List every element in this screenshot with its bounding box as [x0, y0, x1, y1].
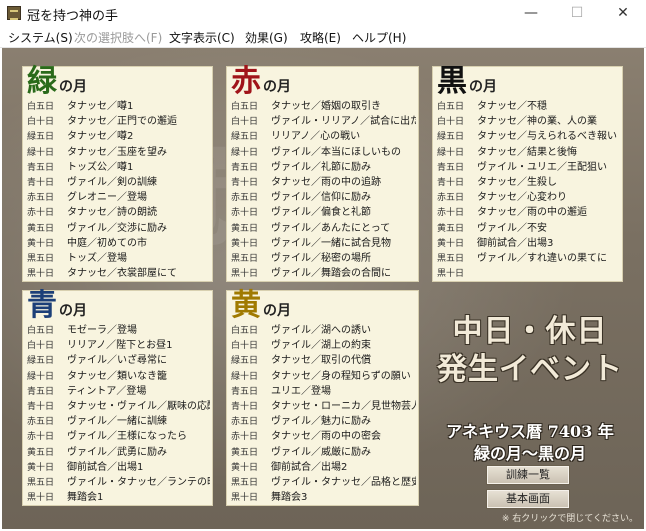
event-row: 黄十日 ヴァイル／一緒に試合見物 [231, 237, 391, 249]
training-list-button[interactable]: 訓練一覧 [486, 465, 570, 485]
menu-effects[interactable]: 効果(G) [245, 29, 288, 46]
event-row: 黒十日 ヴァイル／舞踏会の合間に [231, 268, 391, 280]
window-titlebar[interactable]: 冠を持つ神の手 — ☐ ✕ [0, 0, 646, 27]
event-row: 黄五日 ヴァイル／武勇に励み [27, 446, 167, 458]
event-row: 白十日 タナッセ／正門での邂逅 [27, 116, 177, 128]
event-row: 緑五日 タナッセ／噂2 [27, 131, 134, 143]
event-row: 黄十日 御前試合／出場3 [437, 237, 554, 249]
event-row: 黒五日 トッズ／登場 [27, 252, 127, 264]
event-row: 赤五日 タナッセ／心変わり [437, 192, 567, 204]
event-row: 白五日 タナッセ／婚姻の取引き [231, 101, 381, 112]
close-button[interactable]: ✕ [600, 0, 646, 27]
event-row: 白五日 ヴァイル／湖への誘い [231, 325, 371, 336]
event-row: 青十日 タナッセ／生殺し [437, 176, 557, 188]
event-row: 緑十日 タナッセ／玉座を望み [27, 146, 167, 158]
event-row: 緑十日 タナッセ／結果と後悔 [437, 146, 577, 158]
event-row: 白十日 タナッセ／神の業、人の業 [437, 116, 597, 128]
event-row: 黒五日ヴァイル・タナッセ／ランテの晩餐 [27, 476, 210, 488]
event-row: 黄五日 ヴァイル／威厳に励み [231, 446, 371, 458]
month-panel-red: 赤の月 白五日 タナッセ／婚姻の取引き 白十日 ヴァイル・リリアノ／試合に出たい 緑… [226, 66, 419, 282]
event-row: 黒十日 舞踏会3 [231, 492, 308, 504]
event-row: 白十日 ヴァイル・リリアノ／試合に出たい [231, 116, 416, 128]
event-row: 黒十日 [437, 269, 465, 280]
event-row: 緑五日 タナッセ／取引の代償 [231, 355, 371, 367]
event-row: 黄五日 ヴァイル／あんたにとって [231, 222, 391, 234]
event-row: 赤十日 タナッセ／詩の朗読 [27, 207, 157, 219]
month-title: 赤の月 [231, 64, 291, 99]
event-row: 青十日 タナッセ／雨の中の追跡 [231, 176, 381, 188]
event-row: 赤十日 ヴァイル／偏食と礼節 [231, 207, 371, 219]
event-row: 赤五日 ヴァイル／信仰に励み [231, 192, 371, 204]
event-row: 青五日 ティントア／登場 [27, 385, 147, 397]
event-row: 黒五日 ヴァイル／秘密の場所 [231, 252, 371, 264]
event-row: 白十日 ヴァイル／湖上の約束 [231, 340, 371, 352]
window-title: 冠を持つ神の手 [27, 9, 119, 24]
event-row: 黒五日 ヴァイル・タナッセ／品格と歴史 [231, 476, 416, 488]
event-row: 白五日 タナッセ／不穏 [437, 101, 547, 112]
month-title: 緑の月 [27, 64, 87, 99]
menu-help[interactable]: ヘルプ(H) [352, 29, 406, 46]
event-row: 青十日 タナッセ・ローニカ／見世物芸人 [231, 400, 416, 412]
calendar-range: 緑の月〜黒の月 [473, 444, 586, 463]
event-row: 黄五日 ヴァイル／不安 [437, 222, 547, 234]
event-row: 黄十日 中庭／初めての市 [27, 237, 147, 249]
event-row: 赤十日 ヴァイル／王様になったら [27, 431, 187, 443]
menu-text-display[interactable]: 文字表示(C) [169, 29, 235, 46]
month-title: 青の月 [27, 288, 87, 323]
maximize-button[interactable]: ☐ [554, 0, 600, 27]
calendar-year: アネキウス暦 7403 年 [446, 422, 614, 441]
month-panel-green: 緑の月 白五日 タナッセ／噂1 白十日 タナッセ／正門での邂逅 緑五日 タナッセ／噂2… [22, 66, 213, 282]
close-hint: ※ 右クリックで閉じてください。 [501, 514, 638, 524]
event-row: 黄五日 ヴァイル／交渉に励み [27, 222, 167, 234]
event-row: 青五日 トッズ公／噂1 [27, 161, 134, 173]
event-row: 白十日 リリアノ／陛下とお昼1 [27, 340, 173, 352]
month-panel-blue: 青の月 白五日 モゼーラ／登場 白十日 リリアノ／陛下とお昼1 緑五日 ヴァイル／いざ… [22, 290, 213, 506]
event-row: 黄十日 御前試合／出場2 [231, 461, 348, 473]
event-row: 青五日 ヴァイル／礼節に励み [231, 161, 371, 173]
event-row: 緑十日 タナッセ／類いなき籠 [27, 370, 167, 382]
event-row: 赤五日 ヴァイル／魅力に励み [231, 416, 371, 428]
event-row: 青五日 ヴァイル・ユリエ／王配狙い [437, 161, 607, 173]
month-panel-black: 黒の月 白五日 タナッセ／不穏 白十日 タナッセ／神の業、人の業 緑五日 タナッセ／与… [432, 66, 623, 282]
event-row: 黒五日 ヴァイル／すれ違いの果てに [437, 252, 607, 264]
event-row: 青十日 ヴァイル／剣の訓練 [27, 176, 157, 188]
event-row: 赤十日 タナッセ／雨の中の密会 [231, 431, 381, 443]
menu-system[interactable]: システム(S) [8, 29, 73, 46]
minimize-button[interactable]: — [508, 0, 554, 27]
menu-bar: システム(S) 次の選択肢へ(F) 文字表示(C) 効果(G) 攻略(E) ヘル… [0, 27, 646, 48]
event-row: 白五日 タナッセ／噂1 [27, 101, 134, 112]
event-row: 青五日 ユリエ／登場 [231, 385, 331, 397]
month-title: 黄の月 [231, 288, 291, 323]
event-row: 緑五日 ヴァイル／いざ尋常に [27, 355, 167, 367]
event-row: 赤五日 グレオニー／登場 [27, 192, 147, 204]
event-row: 緑五日 タナッセ／与えられるべき報い [437, 131, 617, 143]
app-icon [7, 6, 21, 20]
menu-next-choice[interactable]: 次の選択肢へ(F) [74, 29, 162, 46]
game-screen[interactable]: 冠 神 緑の月 白五日タナッセ／噂1 白十日タナッセ／正門での邂逅 緑五日タナッ… [2, 48, 644, 529]
basic-screen-button[interactable]: 基本画面 [486, 489, 570, 509]
event-row: 黒十日 舞踏会1 [27, 492, 104, 504]
event-row: 緑十日 ヴァイル／本当にほしいもの [231, 146, 401, 158]
month-panel-yellow: 黄の月 白五日 ヴァイル／湖への誘い 白十日 ヴァイル／湖上の約束 緑五日 タナッセ／… [226, 290, 419, 506]
holiday-title-line2: 発生イベント [437, 352, 623, 387]
event-row: 緑十日 タナッセ／身の程知らずの願い [231, 370, 411, 382]
month-title: 黒の月 [437, 64, 497, 99]
menu-walkthrough[interactable]: 攻略(E) [300, 29, 341, 46]
event-row: 赤十日 タナッセ／雨の中の邂逅 [437, 207, 587, 219]
event-row: 緑五日 リリアノ／心の戦い [231, 131, 361, 143]
event-row: 赤五日 ヴァイル／一緒に訓練 [27, 416, 167, 428]
event-row: 白五日 モゼーラ／登場 [27, 325, 137, 336]
event-row: 青十日 タナッセ・ヴァイル／厭味の応酬 [27, 400, 210, 412]
event-row: 黄十日 御前試合／出場1 [27, 461, 144, 473]
event-row: 黒十日 タナッセ／衣裳部屋にて [27, 268, 177, 280]
